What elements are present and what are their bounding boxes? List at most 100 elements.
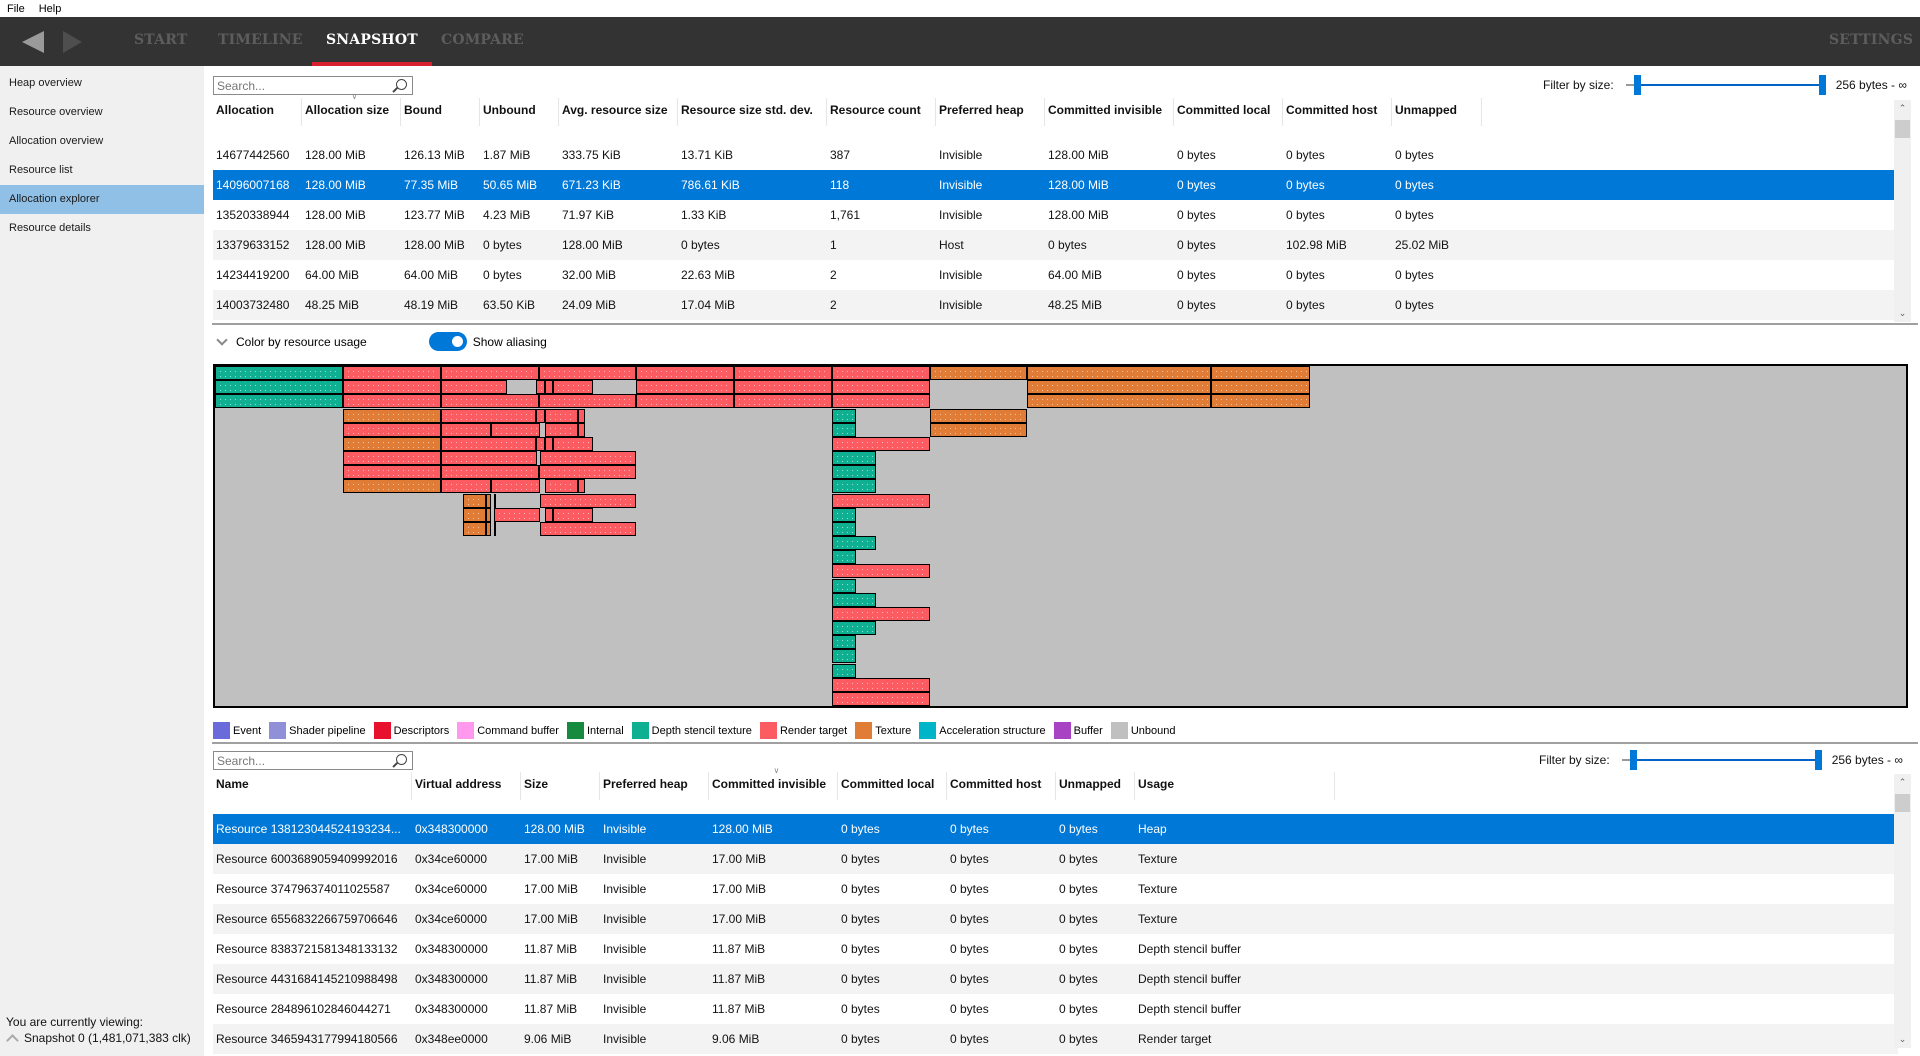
show-aliasing-toggle[interactable] [428,332,467,351]
column-header[interactable]: Unmapped [1056,768,1135,814]
memory-block[interactable] [493,521,497,536]
memory-block[interactable] [831,635,856,650]
memory-block[interactable] [831,465,876,480]
column-header[interactable]: Committed host [1283,94,1392,140]
memory-block[interactable] [545,380,554,395]
memory-block[interactable] [343,451,441,466]
memory-block[interactable] [440,436,537,451]
memory-block[interactable] [545,408,579,423]
memory-block[interactable] [539,451,637,466]
table-row[interactable]: 14096007168 128.00 MiB 77.35 MiB 50.65 MiB 6… [213,170,1898,200]
memory-block[interactable] [440,394,539,409]
scroll-up-icon[interactable]: ⌃ [1894,100,1911,117]
memory-block[interactable] [491,422,540,437]
column-header[interactable]: Committed local [1174,94,1283,140]
sidebar-item-allocation-overview[interactable]: Allocation overview [0,127,204,156]
memory-block[interactable] [1211,380,1311,395]
memory-block[interactable] [553,507,593,522]
memory-block[interactable] [831,479,876,494]
memory-block[interactable] [831,550,856,565]
slider-min-thumb[interactable] [1629,750,1637,770]
memory-block[interactable] [553,436,593,451]
memory-block[interactable] [491,479,540,494]
memory-block[interactable] [463,507,486,522]
column-header[interactable]: Avg. resource size [559,94,678,140]
column-header[interactable]: Preferred heap [936,94,1045,140]
memory-block[interactable] [831,366,930,381]
memory-block[interactable] [485,507,492,522]
memory-block[interactable] [493,493,497,508]
memory-block[interactable] [1027,394,1212,409]
menu-file[interactable]: File [0,3,32,15]
menu-help[interactable]: Help [32,3,69,15]
memory-block[interactable] [440,380,507,395]
memory-block[interactable] [440,451,538,466]
memory-block[interactable] [831,394,930,409]
tab-snapshot[interactable]: SNAPSHOT [312,17,432,66]
memory-block[interactable] [343,394,441,409]
memory-block[interactable] [831,380,930,395]
slider-max-thumb[interactable] [1814,750,1822,770]
column-header[interactable]: Size [521,768,600,814]
memory-block[interactable] [440,422,492,437]
scroll-down-icon[interactable]: ⌄ [1894,305,1911,322]
table-row[interactable]: 13520338944 128.00 MiB 123.77 MiB 4.23 MiB 7… [213,200,1898,230]
memory-block[interactable] [831,493,930,508]
resource-search-input[interactable] [214,753,384,768]
memory-block[interactable] [215,394,344,409]
memory-block[interactable] [831,606,930,621]
memory-block[interactable] [1211,394,1311,409]
memory-block[interactable] [545,479,579,494]
memory-block[interactable] [553,380,593,395]
allocation-search-input[interactable] [214,78,384,93]
memory-block[interactable] [929,422,1028,437]
memory-block[interactable] [538,366,637,381]
memory-block[interactable] [343,436,441,451]
column-header[interactable]: Usage [1135,768,1335,814]
column-header[interactable]: Allocation size ∨ [302,92,401,140]
table-row[interactable]: Resource 284896102846044271 0x348300000 11… [213,994,1898,1024]
memory-block[interactable] [578,408,585,423]
table-row[interactable]: 14003732480 48.25 MiB 48.19 MiB 63.50 KiB 24… [213,290,1898,320]
sidebar-item-resource-overview[interactable]: Resource overview [0,98,204,127]
column-header[interactable]: Committed host [947,768,1056,814]
memory-block[interactable] [831,436,930,451]
memory-block[interactable] [831,621,876,636]
memory-block[interactable] [440,408,537,423]
memory-block[interactable] [831,677,930,692]
memory-block[interactable] [343,465,441,480]
memory-block[interactable] [536,436,546,451]
tab-settings[interactable]: SETTINGS [1829,17,1913,66]
memory-block[interactable] [463,493,486,508]
memory-block[interactable] [578,479,585,494]
scroll-down-icon[interactable]: ⌄ [1894,1031,1911,1048]
memory-block[interactable] [463,521,486,536]
memory-block[interactable] [831,578,856,593]
back-arrow-icon[interactable] [22,31,44,53]
forward-arrow-icon[interactable] [63,31,82,53]
memory-block[interactable] [1027,380,1212,395]
column-header[interactable]: Allocation [213,94,302,140]
memory-block[interactable] [440,465,539,480]
sidebar-item-resource-list[interactable]: Resource list [0,156,204,185]
scroll-up-icon[interactable]: ⌃ [1894,774,1911,791]
table-row[interactable]: 14234419200 64.00 MiB 64.00 MiB 0 bytes 32.0… [213,260,1898,290]
allocation-search[interactable] [213,76,413,95]
slider-max-thumb[interactable] [1818,75,1826,95]
memory-block[interactable] [734,366,832,381]
column-header[interactable]: Bound [401,94,480,140]
memory-block[interactable] [929,366,1028,381]
slider-min-thumb[interactable] [1633,75,1641,95]
column-header[interactable]: Virtual address [412,768,521,814]
memory-block[interactable] [831,408,856,423]
memory-map[interactable] [213,364,1908,708]
table-row[interactable]: Resource 6003689059409992016 0x34ce60000 1… [213,844,1898,874]
sidebar-item-allocation-explorer[interactable]: Allocation explorer [0,185,204,214]
table-row[interactable]: Resource 4431684145210988498 0x348300000 1… [213,964,1898,994]
allocation-table-scrollbar[interactable]: ⌃ ⌄ [1894,100,1911,322]
memory-block[interactable] [343,422,441,437]
memory-block[interactable] [831,691,930,706]
memory-block[interactable] [831,507,856,522]
memory-block[interactable] [538,394,637,409]
tab-start[interactable]: START [134,17,187,66]
